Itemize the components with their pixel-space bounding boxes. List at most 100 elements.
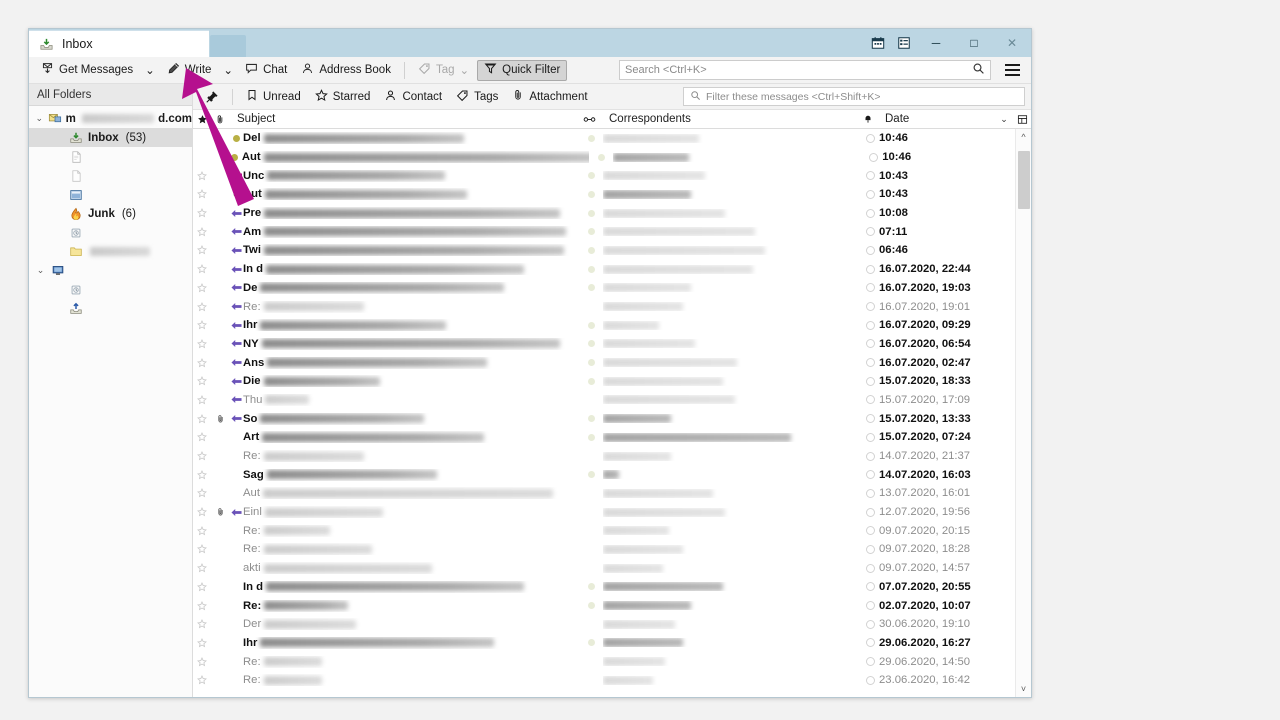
message-read-toggle[interactable] [861,358,879,368]
folder-twisty-icon[interactable]: ⌄ [35,265,46,276]
message-star-toggle[interactable] [193,320,211,330]
message-star-toggle[interactable] [193,507,211,517]
message-read-toggle[interactable] [861,189,879,199]
message-star-toggle[interactable] [193,413,211,424]
message-star-toggle[interactable] [193,338,211,349]
folder-twisty-icon[interactable]: ⌄ [35,113,44,124]
message-read-toggle[interactable] [861,264,879,274]
message-row[interactable]: Aut 10:46 [193,148,1015,167]
maximize-button[interactable]: □ [955,29,993,57]
message-filter-input[interactable]: Filter these messages <Ctrl+Shift+K> [683,87,1025,106]
folder-item-m[interactable]: ⌄ m d.com [29,109,192,128]
folder-item-2[interactable] [29,147,192,166]
message-star-toggle[interactable] [193,488,211,498]
message-row[interactable]: Re: 16.07.2020, 19:01 [193,297,1015,316]
message-star-toggle[interactable] [193,675,211,685]
message-row[interactable]: In d 16.07.2020, 22:44 [193,260,1015,279]
message-star-toggle[interactable] [193,637,211,648]
message-row[interactable]: Sag 14.07.2020, 16:03 [193,465,1015,484]
scrollbar-thumb[interactable] [1017,151,1030,209]
message-star-toggle[interactable] [193,264,211,274]
message-list[interactable]: Del 10:46 Aut 10:46 ✓ Unc 10:43 ✓ Aut 10:43 Pre 10:… [193,129,1015,697]
message-read-toggle[interactable] [861,619,879,629]
message-star-toggle[interactable] [193,189,211,199]
message-row[interactable]: Einl 12.07.2020, 19:56 [193,503,1015,522]
column-header-attachment[interactable] [211,110,229,129]
message-row[interactable]: Art 15.07.2020, 07:24 [193,428,1015,447]
message-read-toggle[interactable] [861,208,879,218]
message-row[interactable]: Der 30.06.2020, 19:10 [193,615,1015,634]
message-row[interactable]: Pre 10:08 [193,204,1015,223]
message-read-toggle[interactable] [861,544,879,554]
write-dropdown[interactable]: ⌄ [219,59,237,81]
folder-item-3[interactable] [29,166,192,185]
message-row[interactable]: Aut 13.07.2020, 16:01 [193,484,1015,503]
chat-button[interactable]: Chat [239,59,293,81]
message-read-toggle[interactable] [861,376,879,386]
message-star-toggle[interactable] [193,469,211,480]
message-read-toggle[interactable] [861,451,879,461]
column-header-subject[interactable]: Subject [229,110,577,129]
folder-item-8[interactable]: ⌄ [29,261,192,280]
column-header-star[interactable] [193,110,211,129]
tab-inbox[interactable]: Inbox [29,30,209,57]
message-read-toggle[interactable] [861,171,879,181]
scrollbar-track[interactable] [1015,145,1031,681]
column-header-date[interactable]: Date [877,110,995,129]
message-row[interactable]: Die 15.07.2020, 18:33 [193,372,1015,391]
message-read-toggle[interactable] [861,470,879,480]
message-read-toggle[interactable] [861,227,879,237]
message-star-toggle[interactable] [193,208,211,218]
folder-item-inbox[interactable]: Inbox (53) [29,128,192,147]
message-star-toggle[interactable] [193,226,211,237]
message-row[interactable]: akti 09.07.2020, 14:57 [193,559,1015,578]
message-read-toggle[interactable] [861,582,879,592]
message-row[interactable]: Re: 09.07.2020, 20:15 [193,521,1015,540]
message-row[interactable]: Re: 09.07.2020, 18:28 [193,540,1015,559]
message-row[interactable]: ✓ Unc 10:43 [193,166,1015,185]
message-star-toggle[interactable] [193,245,211,255]
message-read-toggle[interactable] [861,283,879,293]
message-star-toggle[interactable] [193,282,211,293]
message-row[interactable]: Del 10:46 [193,129,1015,148]
message-read-toggle[interactable] [861,601,879,611]
folder-item-9[interactable] [29,280,192,299]
new-tab-button[interactable] [210,35,246,57]
message-star-toggle[interactable] [193,395,211,405]
filter-tags-button[interactable]: Tags [450,87,504,107]
message-star-toggle[interactable] [193,451,211,461]
minimize-button[interactable]: ─ [917,29,955,57]
column-header-correspondents[interactable]: Correspondents [601,110,859,129]
message-star-toggle[interactable] [193,357,211,368]
message-row[interactable]: So 15.07.2020, 13:33 [193,409,1015,428]
message-row[interactable]: NY 16.07.2020, 06:54 [193,335,1015,354]
message-star-toggle[interactable] [193,376,211,386]
filter-attachment-button[interactable]: Attachment [506,87,593,107]
message-row[interactable]: Ihr 29.06.2020, 16:27 [193,634,1015,653]
sort-direction-icon[interactable]: ⌄ [995,110,1013,129]
message-read-toggle[interactable] [861,133,879,143]
folder-item-junk[interactable]: Junk (6) [29,204,192,223]
message-star-toggle[interactable] [193,544,211,554]
message-read-toggle[interactable] [861,657,879,667]
folder-item-4[interactable] [29,185,192,204]
message-row[interactable]: Re: 02.07.2020, 10:07 [193,596,1015,615]
message-star-toggle[interactable] [193,619,211,629]
message-star-toggle[interactable] [193,600,211,611]
message-read-toggle[interactable] [861,432,879,442]
tag-button[interactable]: Tag ⌄ [412,59,475,81]
scroll-down-arrow[interactable]: ˅ [1021,681,1026,697]
app-menu-button[interactable] [999,59,1025,81]
message-star-toggle[interactable] [193,581,211,592]
filter-contact-button[interactable]: Contact [378,87,448,107]
message-read-toggle[interactable] [861,526,879,536]
message-read-toggle[interactable] [861,320,879,330]
message-row[interactable]: Thu 15.07.2020, 17:09 [193,391,1015,410]
column-header-thread[interactable] [577,110,601,129]
message-row[interactable]: De 16.07.2020, 19:03 [193,279,1015,298]
message-read-toggle[interactable] [861,302,879,312]
message-read-toggle[interactable] [861,563,879,573]
message-read-toggle[interactable] [861,488,879,498]
tasks-icon[interactable] [891,29,917,57]
message-row[interactable]: In d 07.07.2020, 20:55 [193,578,1015,597]
